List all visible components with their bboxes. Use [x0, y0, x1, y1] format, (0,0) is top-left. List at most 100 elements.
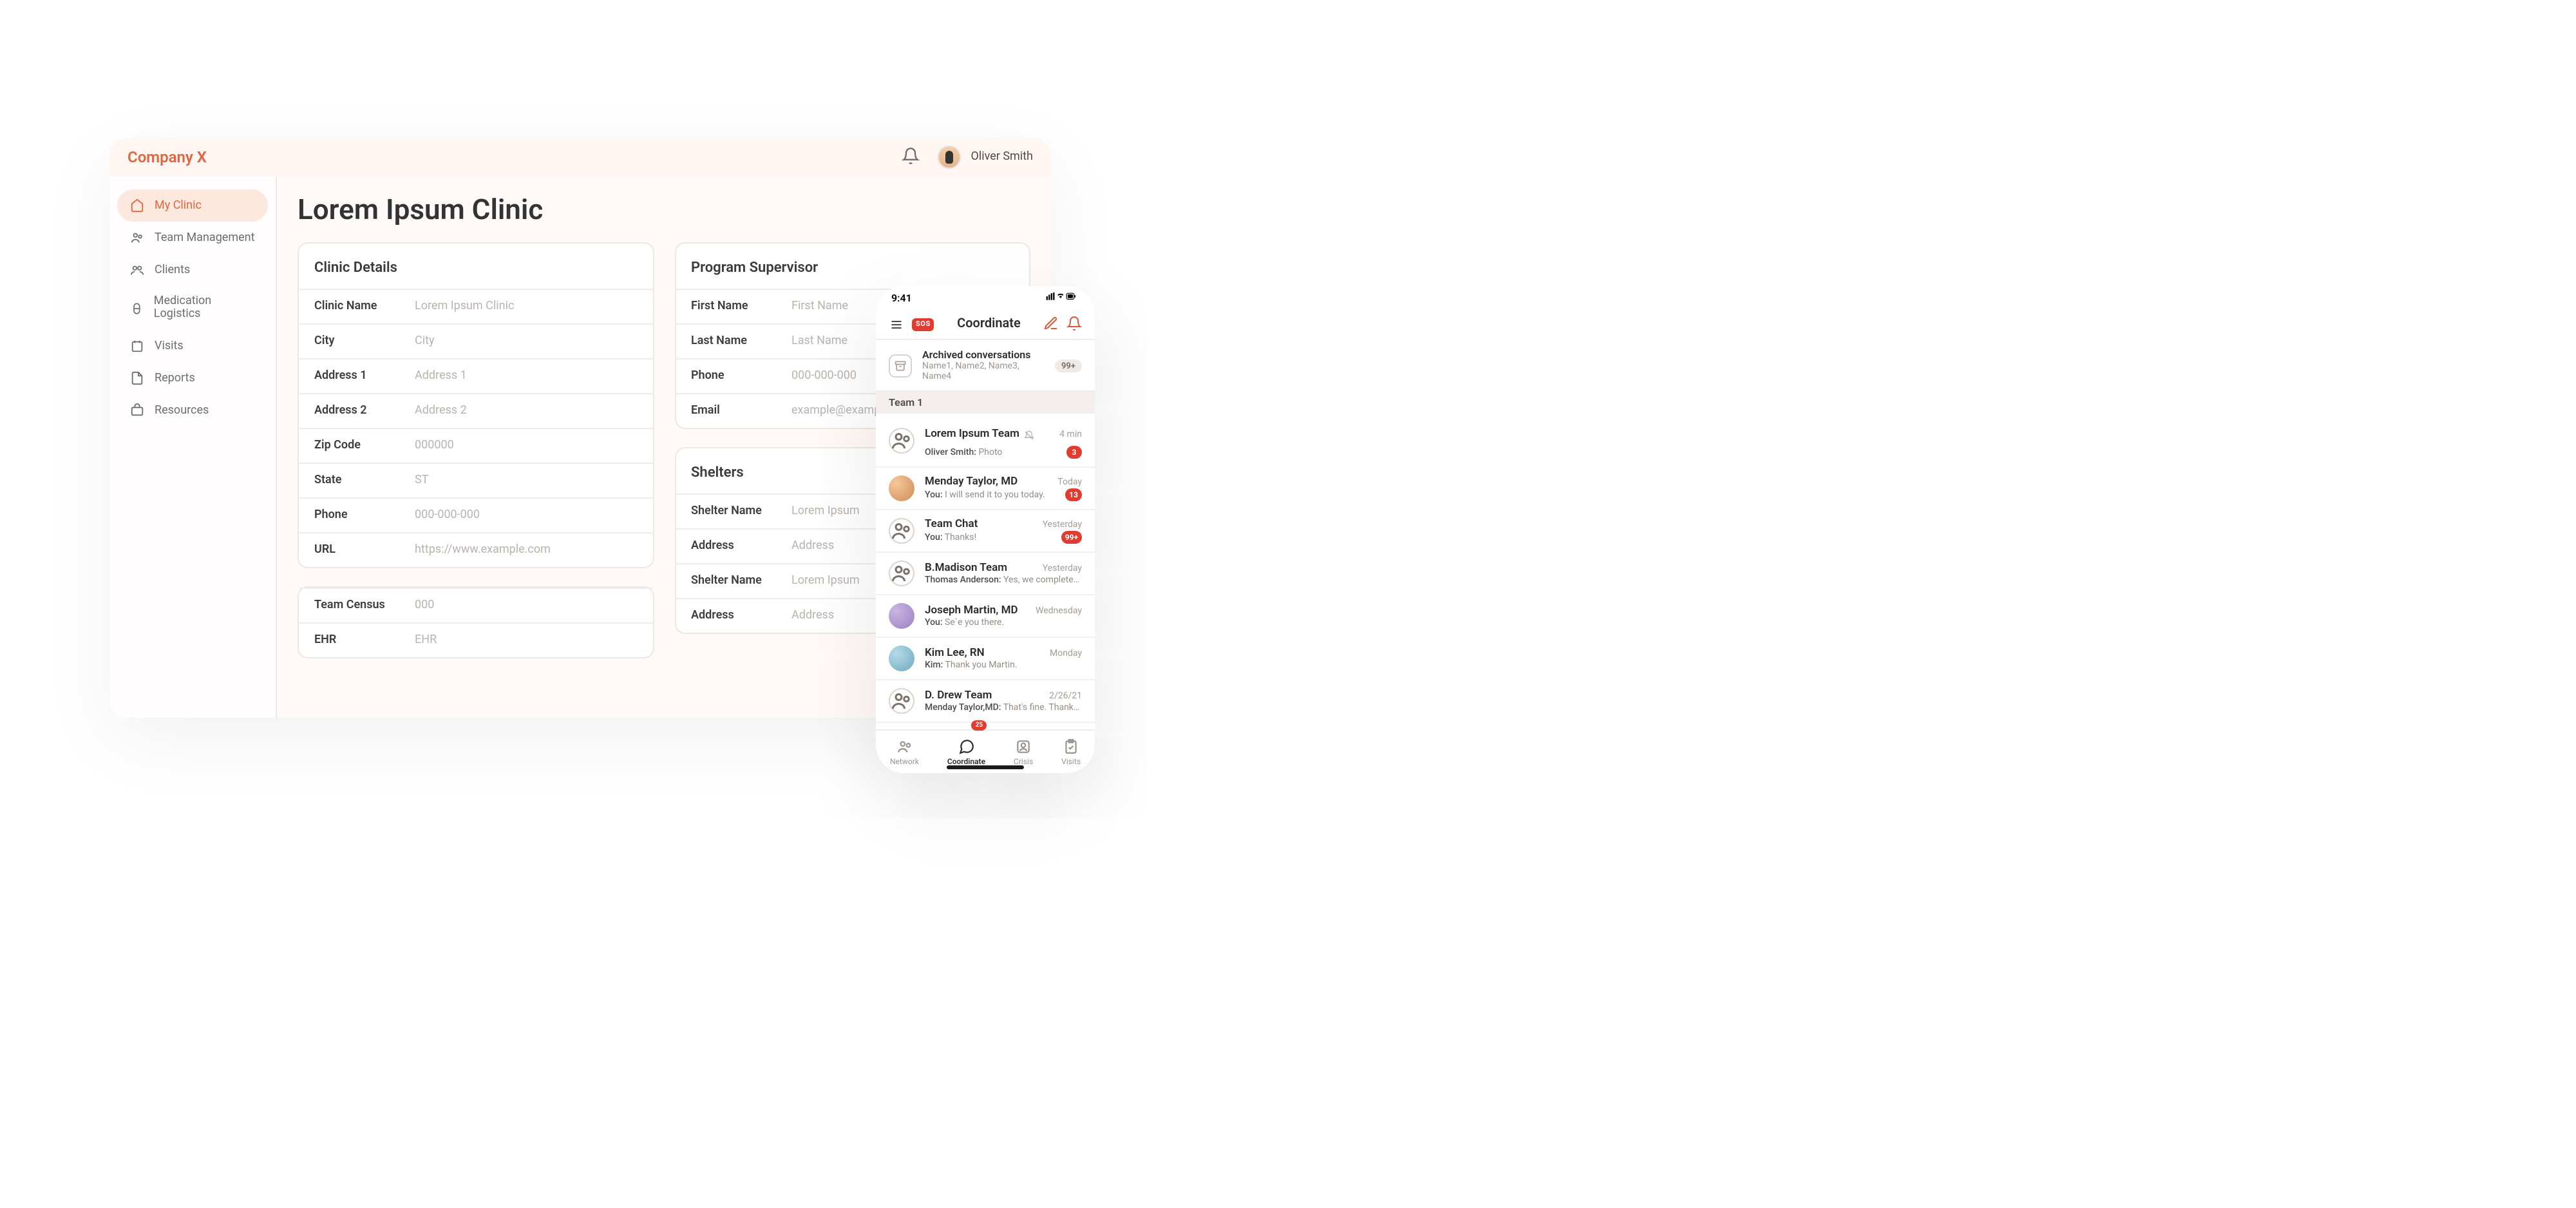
- phone-title: Coordinate: [942, 317, 1036, 331]
- home-indicator: [947, 765, 1024, 769]
- sidebar-item-reports[interactable]: Reports: [117, 362, 268, 394]
- row-label: Zip Code: [314, 439, 415, 452]
- row-value: EHR: [415, 634, 637, 647]
- row-label: Address 2: [314, 405, 415, 417]
- chat-name: Menday Taylor, MD: [925, 475, 1018, 488]
- detail-row: Address 2Address 2: [299, 393, 652, 428]
- sidebar-item-visits[interactable]: Visits: [117, 330, 268, 362]
- row-label: Last Name: [691, 335, 791, 348]
- brand-logo: Company X: [128, 148, 207, 166]
- row-label: State: [314, 474, 415, 487]
- group-avatar-icon: [889, 427, 914, 453]
- tab-bar: Network 25Coordinate Crisis Visits: [876, 729, 1095, 773]
- detail-row: Zip Code000000: [299, 428, 652, 463]
- chat-time: 4 min: [1059, 428, 1082, 439]
- chat-name: D. Drew Team: [925, 689, 992, 702]
- alerts-icon[interactable]: [1066, 312, 1082, 336]
- user-name[interactable]: Oliver Smith: [971, 151, 1033, 164]
- card-title: Program Supervisor: [676, 244, 1029, 289]
- group-avatar-icon: [889, 518, 914, 544]
- sidebar-item-resources[interactable]: Resources: [117, 394, 268, 427]
- row-value: ST: [415, 474, 637, 487]
- row-label: Clinic Name: [314, 300, 415, 313]
- clinic-meta-card: Team Census000EHREHR: [298, 586, 654, 658]
- detail-row: URLhttps://www.example.com: [299, 532, 652, 567]
- sidebar-item-label: Resources: [155, 404, 209, 417]
- unread-count: 13: [1065, 488, 1082, 501]
- archived-count: 99+: [1055, 359, 1082, 372]
- detail-row: Team Census000: [299, 588, 652, 622]
- sidebar-item-label: Reports: [155, 372, 195, 385]
- row-label: Address: [691, 609, 791, 622]
- row-label: Shelter Name: [691, 575, 791, 588]
- detail-row: CityCity: [299, 323, 652, 358]
- compose-icon[interactable]: [1043, 312, 1059, 336]
- sidebar: My Clinic Team Management Clients Medicatio…: [109, 177, 277, 718]
- chat-time: Yesterday: [1043, 563, 1082, 573]
- detail-row: EHREHR: [299, 622, 652, 657]
- notifications-icon[interactable]: [901, 145, 937, 169]
- sos-badge[interactable]: SOS: [912, 318, 934, 331]
- row-label: Team Census: [314, 599, 415, 612]
- clinic-details-card: Clinic Details Clinic NameLorem Ipsum Cl…: [298, 242, 654, 568]
- chat-row[interactable]: Team ChatYesterdayYou: Thanks!99+: [876, 510, 1095, 553]
- chat-time: Yesterday: [1043, 519, 1082, 530]
- phone-header: SOS Coordinate: [876, 309, 1095, 340]
- tab-label: Visits: [1061, 757, 1081, 766]
- detail-row: Clinic NameLorem Ipsum Clinic: [299, 289, 652, 323]
- detail-row: Phone000-000-000: [299, 497, 652, 532]
- sidebar-item-clients[interactable]: Clients: [117, 254, 268, 286]
- row-label: Address 1: [314, 370, 415, 383]
- sidebar-item-medication-logistics[interactable]: Medication Logistics: [117, 286, 268, 330]
- tab-coordinate[interactable]: 25Coordinate: [947, 738, 985, 766]
- sidebar-item-my-clinic[interactable]: My Clinic: [117, 189, 268, 222]
- chat-row[interactable]: Menday Taylor, MD Today You: I will send i…: [876, 468, 1095, 510]
- row-value: Address 1: [415, 370, 637, 383]
- chat-time: Monday: [1050, 648, 1082, 658]
- tab-crisis[interactable]: Crisis: [1014, 738, 1033, 766]
- chat-row[interactable]: Lorem Ipsum Team 4 min Oliver Smith: Photo…: [876, 414, 1095, 468]
- chat-preview: Thomas Anderson: Yes, we complete…: [925, 575, 1079, 585]
- sidebar-item-label: Clients: [155, 264, 190, 276]
- section-header: Team 1: [876, 392, 1095, 414]
- chat-row[interactable]: Joseph Martin, MDWednesdayYou: Se`e you …: [876, 595, 1095, 638]
- row-label: Phone: [691, 370, 791, 383]
- row-label: Phone: [314, 509, 415, 522]
- user-avatar[interactable]: [937, 146, 960, 169]
- archive-icon: [889, 354, 912, 377]
- chat-row[interactable]: B.Madison TeamYesterdayThomas Anderson: …: [876, 553, 1095, 595]
- row-label: First Name: [691, 300, 791, 313]
- chat-row[interactable]: Kim Lee, RNMondayKim: Thank you Martin.: [876, 638, 1095, 680]
- user-avatar: [889, 603, 914, 629]
- muted-icon: [1025, 421, 1035, 446]
- chat-preview: You: I will send it to you today.: [925, 490, 1045, 500]
- row-value: Address 2: [415, 405, 637, 417]
- chat-time: 2/26/21: [1049, 691, 1082, 701]
- row-value: 000: [415, 599, 637, 612]
- status-time: 9:41: [891, 292, 912, 303]
- archived-row[interactable]: Archived conversations Name1, Name2, Nam…: [876, 340, 1095, 392]
- detail-row: StateST: [299, 463, 652, 497]
- row-label: EHR: [314, 634, 415, 647]
- menu-icon[interactable]: [889, 312, 904, 336]
- sidebar-item-team-management[interactable]: Team Management: [117, 222, 268, 254]
- archived-title: Archived conversations: [922, 349, 1045, 361]
- tab-label: Coordinate: [947, 757, 985, 766]
- row-label: Shelter Name: [691, 505, 791, 518]
- chat-time: Today: [1057, 477, 1082, 487]
- chat-preview: Oliver Smith: Photo: [925, 447, 1002, 457]
- page-title: Lorem Ipsum Clinic: [298, 195, 1030, 227]
- tab-network[interactable]: Network: [890, 738, 919, 766]
- tab-visits[interactable]: Visits: [1061, 738, 1081, 766]
- status-bar: 9:41: [876, 286, 1095, 309]
- chat-row[interactable]: D. Drew Team2/26/21Menday Taylor,MD: Tha…: [876, 680, 1095, 723]
- chat-name: Lorem Ipsum Team: [925, 427, 1019, 440]
- chat-name: Joseph Martin, MD: [925, 604, 1018, 617]
- group-avatar-icon: [889, 561, 914, 586]
- sidebar-item-label: Team Management: [155, 231, 255, 244]
- user-avatar: [889, 475, 914, 501]
- chat-list[interactable]: Lorem Ipsum Team 4 min Oliver Smith: Photo…: [876, 414, 1095, 729]
- row-label: URL: [314, 544, 415, 557]
- row-value: https://www.example.com: [415, 544, 637, 557]
- row-label: City: [314, 335, 415, 348]
